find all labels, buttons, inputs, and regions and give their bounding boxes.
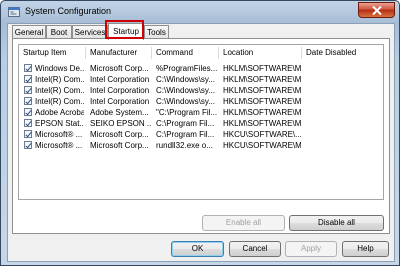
table-row[interactable]: Intel(R) Com... Intel Corporation C:\Windo…	[19, 85, 383, 96]
startup-item-cell: Windows De...	[35, 64, 84, 73]
table-row[interactable]: Adobe Acrobat Adobe System... "C:\Program …	[19, 107, 383, 118]
startup-item-checkbox[interactable]	[24, 108, 32, 116]
column-header-location[interactable]: Location	[219, 45, 301, 61]
disable-all-button[interactable]: Disable all	[289, 215, 384, 231]
column-header-startup-item[interactable]: Startup Item	[19, 45, 85, 61]
location-cell: HKLM\SOFTWARE\M...	[223, 97, 301, 106]
startup-item-cell: EPSON Stat...	[35, 119, 84, 128]
startup-item-checkbox[interactable]	[24, 130, 32, 138]
manufacturer-cell: SEIKO EPSON ...	[90, 119, 151, 128]
startup-item-cell: Adobe Acrobat	[35, 108, 84, 117]
ok-button[interactable]: OK	[171, 241, 224, 257]
command-cell: C:\Windows\sy...	[156, 97, 215, 106]
manufacturer-cell: Intel Corporation	[90, 97, 150, 106]
startup-item-cell: Intel(R) Com...	[35, 86, 84, 95]
table-row[interactable]: EPSON Stat... SEIKO EPSON ... C:\Program F…	[19, 118, 383, 129]
enable-all-button[interactable]: Enable all	[202, 215, 285, 231]
column-header-manufacturer[interactable]: Manufacturer	[86, 45, 151, 61]
help-button[interactable]: Help	[342, 241, 389, 257]
close-button[interactable]	[358, 2, 395, 18]
command-cell: C:\Windows\sy...	[156, 75, 215, 84]
startup-item-checkbox[interactable]	[24, 75, 32, 83]
title-bar[interactable]: System Configuration	[1, 1, 399, 23]
location-cell: HKCU\SOFTWARE\M...	[223, 141, 301, 150]
tab-services[interactable]: Services	[72, 25, 108, 39]
manufacturer-cell: Intel Corporation	[90, 75, 150, 84]
close-icon	[372, 6, 382, 15]
system-configuration-window: System Configuration General Boot Servic…	[0, 0, 400, 266]
tab-tools[interactable]: Tools	[144, 25, 169, 39]
startup-items-list[interactable]: Startup Item Manufacturer Command Locati…	[18, 44, 384, 200]
command-cell: "C:\Program Fil...	[156, 108, 218, 117]
system-configuration-icon	[8, 6, 20, 18]
manufacturer-cell: Intel Corporation	[90, 86, 150, 95]
startup-item-checkbox[interactable]	[24, 141, 32, 149]
tab-boot[interactable]: Boot	[46, 25, 72, 39]
startup-item-checkbox[interactable]	[24, 64, 32, 72]
startup-tab-highlight	[105, 20, 144, 39]
command-cell: C:\Program Fil...	[156, 130, 215, 139]
table-row[interactable]: Intel(R) Com... Intel Corporation C:\Windo…	[19, 74, 383, 85]
command-cell: C:\Windows\sy...	[156, 86, 215, 95]
manufacturer-cell: Microsoft Corp...	[90, 64, 149, 73]
location-cell: HKLM\SOFTWARE\M...	[223, 75, 301, 84]
table-row[interactable]: Microsoft® ... Microsoft Corp... rundll32.…	[19, 140, 383, 151]
manufacturer-cell: Adobe System...	[90, 108, 149, 117]
cancel-button[interactable]: Cancel	[229, 241, 281, 257]
location-cell: HKLM\SOFTWARE\M...	[223, 108, 301, 117]
table-row[interactable]: Windows De... Microsoft Corp... %ProgramFi…	[19, 63, 383, 74]
startup-item-cell: Intel(R) Com...	[35, 75, 84, 84]
column-header-date-disabled[interactable]: Date Disabled	[302, 45, 383, 61]
apply-button[interactable]: Apply	[285, 241, 337, 257]
location-cell: HKCU\SOFTWARE\...	[223, 130, 301, 139]
command-cell: rundll32.exe o...	[156, 141, 213, 150]
startup-item-cell: Microsoft® ...	[35, 130, 83, 139]
location-cell: HKLM\SOFTWARE\M...	[223, 86, 301, 95]
column-header-command[interactable]: Command	[152, 45, 218, 61]
command-cell: %ProgramFiles...	[156, 64, 218, 73]
table-row[interactable]: Intel(R) Com... Intel Corporation C:\Windo…	[19, 96, 383, 107]
startup-item-cell: Intel(R) Com...	[35, 97, 84, 106]
manufacturer-cell: Microsoft Corp...	[90, 130, 149, 139]
location-cell: HKLM\SOFTWARE\M...	[223, 64, 301, 73]
location-cell: HKLM\SOFTWARE\M...	[223, 119, 301, 128]
tab-general[interactable]: General	[12, 25, 46, 39]
window-title: System Configuration	[25, 6, 112, 16]
startup-item-cell: Microsoft® ...	[35, 141, 83, 150]
command-cell: C:\Program Fil...	[156, 119, 215, 128]
startup-item-checkbox[interactable]	[24, 119, 32, 127]
table-row[interactable]: Microsoft® ... Microsoft Corp... C:\Progra…	[19, 129, 383, 140]
startup-item-checkbox[interactable]	[24, 86, 32, 94]
manufacturer-cell: Microsoft Corp...	[90, 141, 149, 150]
startup-item-checkbox[interactable]	[24, 97, 32, 105]
